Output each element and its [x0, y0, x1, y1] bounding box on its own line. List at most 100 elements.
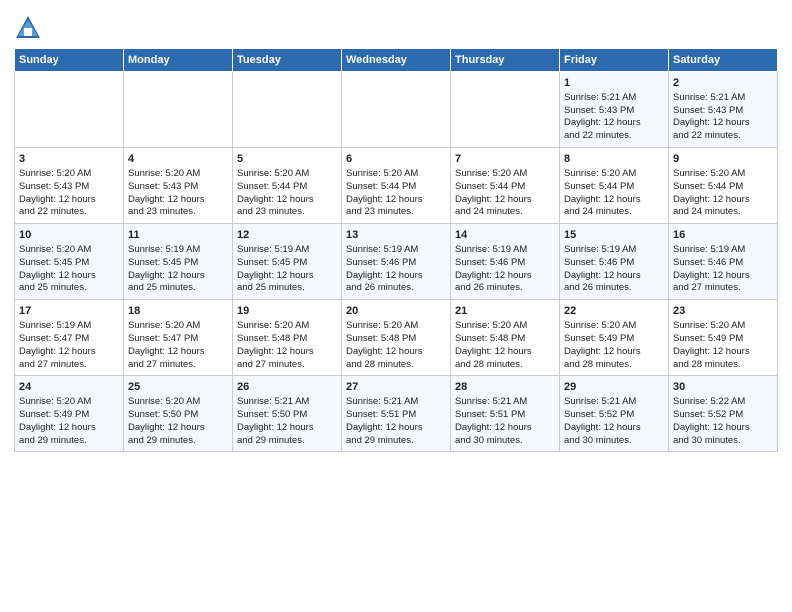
calendar-cell: 23Sunrise: 5:20 AMSunset: 5:49 PMDayligh… [669, 300, 778, 376]
day-info: Daylight: 12 hours [455, 422, 555, 435]
calendar-cell: 1Sunrise: 5:21 AMSunset: 5:43 PMDaylight… [560, 72, 669, 148]
day-info: Sunset: 5:48 PM [237, 333, 337, 346]
day-number: 21 [455, 304, 555, 319]
day-info: Daylight: 12 hours [19, 194, 119, 207]
weekday-header-monday: Monday [124, 49, 233, 72]
day-info: Sunrise: 5:21 AM [673, 92, 773, 105]
day-info: Daylight: 12 hours [346, 194, 446, 207]
calendar-cell: 28Sunrise: 5:21 AMSunset: 5:51 PMDayligh… [451, 376, 560, 452]
calendar-cell: 16Sunrise: 5:19 AMSunset: 5:46 PMDayligh… [669, 224, 778, 300]
day-info: and 28 minutes. [455, 359, 555, 372]
day-info: Sunset: 5:45 PM [237, 257, 337, 270]
day-info: Sunrise: 5:20 AM [19, 244, 119, 257]
day-info: Sunset: 5:46 PM [673, 257, 773, 270]
calendar-cell: 12Sunrise: 5:19 AMSunset: 5:45 PMDayligh… [233, 224, 342, 300]
day-info: Sunset: 5:48 PM [455, 333, 555, 346]
day-info: Daylight: 12 hours [564, 117, 664, 130]
day-info: and 23 minutes. [346, 206, 446, 219]
day-number: 2 [673, 76, 773, 91]
calendar-cell: 20Sunrise: 5:20 AMSunset: 5:48 PMDayligh… [342, 300, 451, 376]
day-info: Daylight: 12 hours [673, 270, 773, 283]
day-info: and 26 minutes. [564, 282, 664, 295]
day-info: Sunrise: 5:19 AM [673, 244, 773, 257]
day-info: and 24 minutes. [564, 206, 664, 219]
day-info: Sunset: 5:46 PM [564, 257, 664, 270]
day-info: and 26 minutes. [455, 282, 555, 295]
page: SundayMondayTuesdayWednesdayThursdayFrid… [0, 0, 792, 612]
day-info: and 27 minutes. [19, 359, 119, 372]
weekday-header-sunday: Sunday [15, 49, 124, 72]
day-info: Daylight: 12 hours [128, 194, 228, 207]
day-number: 7 [455, 152, 555, 167]
day-number: 15 [564, 228, 664, 243]
calendar-cell: 4Sunrise: 5:20 AMSunset: 5:43 PMDaylight… [124, 148, 233, 224]
day-info: and 30 minutes. [564, 435, 664, 448]
day-info: Sunrise: 5:19 AM [346, 244, 446, 257]
day-info: Daylight: 12 hours [455, 270, 555, 283]
day-number: 6 [346, 152, 446, 167]
day-info: and 22 minutes. [673, 130, 773, 143]
day-number: 3 [19, 152, 119, 167]
day-info: Sunset: 5:46 PM [346, 257, 446, 270]
day-info: Sunrise: 5:20 AM [346, 320, 446, 333]
day-number: 5 [237, 152, 337, 167]
calendar-cell: 21Sunrise: 5:20 AMSunset: 5:48 PMDayligh… [451, 300, 560, 376]
day-info: and 23 minutes. [237, 206, 337, 219]
day-info: Sunset: 5:44 PM [237, 181, 337, 194]
day-info: Sunrise: 5:19 AM [128, 244, 228, 257]
day-info: Daylight: 12 hours [455, 346, 555, 359]
week-row-1: 1Sunrise: 5:21 AMSunset: 5:43 PMDaylight… [15, 72, 778, 148]
calendar-cell: 25Sunrise: 5:20 AMSunset: 5:50 PMDayligh… [124, 376, 233, 452]
day-info: Sunrise: 5:21 AM [564, 92, 664, 105]
day-info: Sunset: 5:44 PM [346, 181, 446, 194]
day-info: Sunset: 5:44 PM [564, 181, 664, 194]
weekday-header-tuesday: Tuesday [233, 49, 342, 72]
calendar-cell [15, 72, 124, 148]
day-info: and 29 minutes. [237, 435, 337, 448]
day-info: Sunset: 5:50 PM [237, 409, 337, 422]
day-info: Sunset: 5:47 PM [128, 333, 228, 346]
day-info: and 27 minutes. [128, 359, 228, 372]
calendar-cell: 6Sunrise: 5:20 AMSunset: 5:44 PMDaylight… [342, 148, 451, 224]
day-info: Sunset: 5:43 PM [673, 105, 773, 118]
calendar-body: 1Sunrise: 5:21 AMSunset: 5:43 PMDaylight… [15, 72, 778, 452]
day-number: 11 [128, 228, 228, 243]
day-info: and 25 minutes. [128, 282, 228, 295]
weekday-row: SundayMondayTuesdayWednesdayThursdayFrid… [15, 49, 778, 72]
day-number: 12 [237, 228, 337, 243]
day-number: 8 [564, 152, 664, 167]
logo-icon [14, 14, 42, 42]
logo [14, 14, 44, 42]
day-info: Sunrise: 5:21 AM [455, 396, 555, 409]
calendar-cell: 26Sunrise: 5:21 AMSunset: 5:50 PMDayligh… [233, 376, 342, 452]
day-info: Daylight: 12 hours [564, 194, 664, 207]
day-info: Sunset: 5:50 PM [128, 409, 228, 422]
calendar-cell [124, 72, 233, 148]
calendar-cell: 3Sunrise: 5:20 AMSunset: 5:43 PMDaylight… [15, 148, 124, 224]
day-info: Sunrise: 5:20 AM [128, 168, 228, 181]
day-info: and 28 minutes. [564, 359, 664, 372]
day-info: Sunset: 5:44 PM [455, 181, 555, 194]
day-number: 16 [673, 228, 773, 243]
day-info: Daylight: 12 hours [455, 194, 555, 207]
day-info: Daylight: 12 hours [564, 270, 664, 283]
day-number: 23 [673, 304, 773, 319]
calendar-cell: 29Sunrise: 5:21 AMSunset: 5:52 PMDayligh… [560, 376, 669, 452]
weekday-header-thursday: Thursday [451, 49, 560, 72]
day-number: 14 [455, 228, 555, 243]
day-info: and 29 minutes. [346, 435, 446, 448]
weekday-header-friday: Friday [560, 49, 669, 72]
day-info: and 25 minutes. [19, 282, 119, 295]
weekday-header-wednesday: Wednesday [342, 49, 451, 72]
header [14, 10, 778, 42]
day-info: Sunset: 5:52 PM [673, 409, 773, 422]
day-info: Sunrise: 5:21 AM [237, 396, 337, 409]
day-info: Sunrise: 5:20 AM [346, 168, 446, 181]
day-info: Sunset: 5:52 PM [564, 409, 664, 422]
day-info: Sunrise: 5:20 AM [19, 396, 119, 409]
day-number: 30 [673, 380, 773, 395]
day-info: Daylight: 12 hours [19, 346, 119, 359]
day-info: Sunrise: 5:20 AM [128, 320, 228, 333]
day-info: Sunset: 5:43 PM [128, 181, 228, 194]
day-info: Sunset: 5:51 PM [455, 409, 555, 422]
